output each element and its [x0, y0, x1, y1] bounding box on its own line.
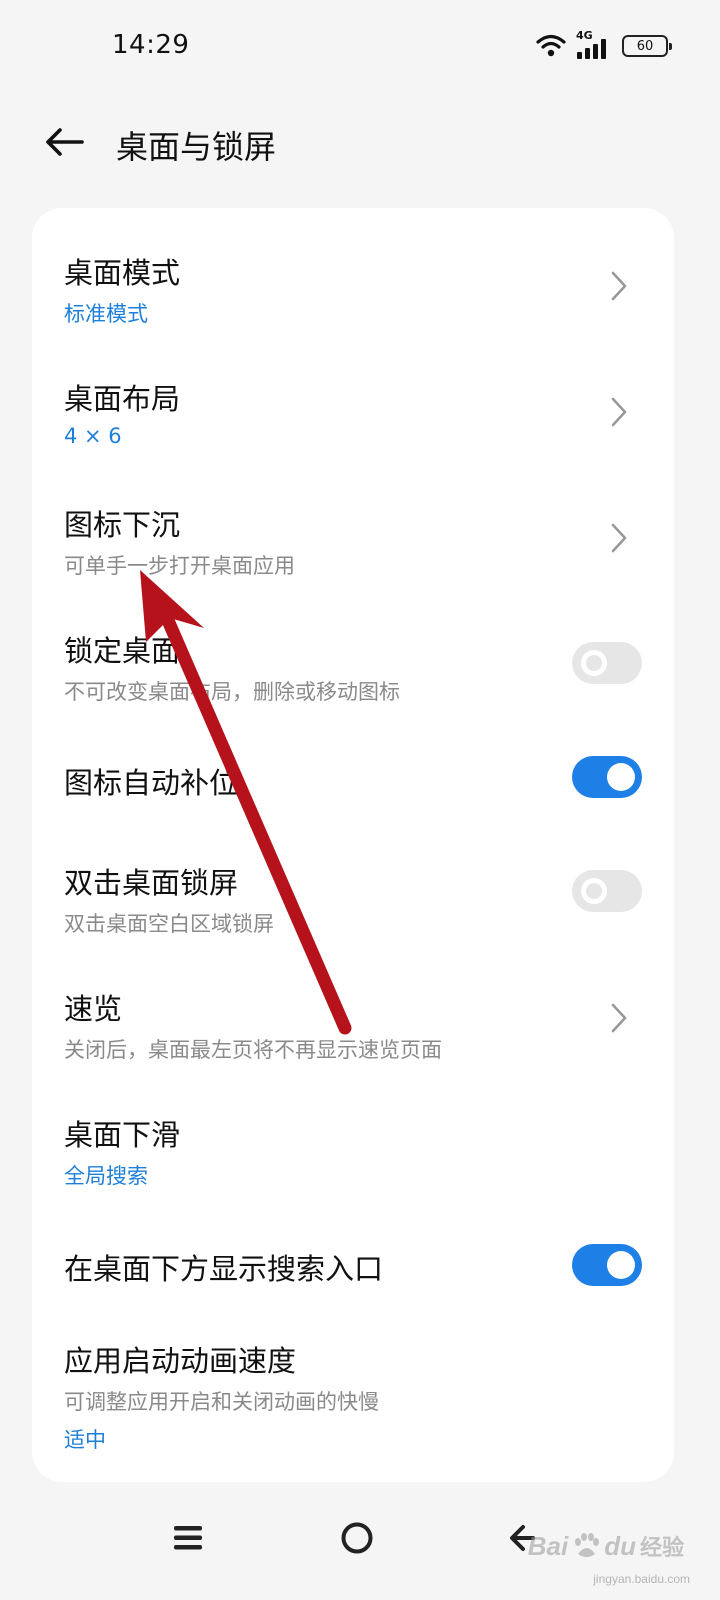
- signal-icon: 4G: [576, 30, 612, 59]
- setting-app-animation-speed[interactable]: 应用启动动画速度 可调整应用开启和关闭动画的快慢 适中: [32, 1328, 674, 1478]
- toggle-knob: [607, 1251, 635, 1279]
- settings-card: 桌面模式 标准模式 桌面布局 4 × 6 图标下沉 可单手一步打开桌面应用 锁定…: [32, 208, 674, 1482]
- setting-desktop-layout[interactable]: 桌面布局 4 × 6: [32, 334, 674, 460]
- watermark-logo: Bai du 经验: [528, 1530, 684, 1562]
- battery-icon: 60: [622, 35, 672, 57]
- setting-value: 4 × 6: [64, 424, 122, 448]
- setting-desktop-swipe-down[interactable]: 桌面下滑 全局搜索: [32, 1090, 674, 1216]
- show-search-entry-toggle[interactable]: [572, 1244, 642, 1286]
- home-icon: [341, 1522, 373, 1554]
- chevron-right-icon: [611, 397, 627, 427]
- toggle-knob: [581, 650, 607, 676]
- screen: 14:29 4G 60 桌面与锁屏 桌面模式 标准模式 桌面布局 4 × 6 图…: [0, 0, 720, 1600]
- wifi-icon: [536, 34, 566, 57]
- menu-icon: [174, 1526, 202, 1550]
- arrow-left-icon: [46, 128, 84, 156]
- watermark-brand-suffix: du: [604, 1530, 636, 1561]
- setting-icon-sink[interactable]: 图标下沉 可单手一步打开桌面应用: [32, 460, 674, 586]
- toggle-knob: [581, 878, 607, 904]
- lock-desktop-toggle[interactable]: [572, 642, 642, 684]
- double-tap-lock-toggle[interactable]: [572, 870, 642, 912]
- setting-title: 桌面模式: [64, 256, 181, 290]
- setting-desktop-mode[interactable]: 桌面模式 标准模式: [32, 208, 674, 334]
- paw-icon: [575, 1533, 600, 1557]
- home-button[interactable]: [327, 1508, 387, 1568]
- setting-title: 在桌面下方显示搜索入口: [64, 1252, 384, 1286]
- menu-button[interactable]: [158, 1508, 218, 1568]
- setting-title: 桌面下滑: [64, 1118, 181, 1152]
- page-header: 桌面与锁屏: [0, 100, 720, 190]
- chevron-right-icon: [611, 1003, 627, 1033]
- watermark-site: jingyan.baidu.com: [593, 1572, 690, 1586]
- setting-subtitle: 关闭后，桌面最左页将不再显示速览页面: [64, 1038, 442, 1062]
- status-time: 14:29: [112, 30, 190, 60]
- setting-double-tap-lock: 双击桌面锁屏 双击桌面空白区域锁屏: [32, 838, 674, 964]
- chevron-right-icon: [611, 523, 627, 553]
- setting-title: 桌面布局: [64, 382, 181, 416]
- watermark-brand-cn: 经验: [639, 1535, 684, 1560]
- battery-level: 60: [636, 38, 654, 54]
- setting-value: 适中: [64, 1428, 106, 1452]
- setting-subtitle: 双击桌面空白区域锁屏: [64, 912, 274, 936]
- setting-quick-view[interactable]: 速览 关闭后，桌面最左页将不再显示速览页面: [32, 964, 674, 1090]
- icon-auto-fill-toggle[interactable]: [572, 756, 642, 798]
- setting-subtitle: 可单手一步打开桌面应用: [64, 554, 295, 578]
- setting-show-search-entry: 在桌面下方显示搜索入口: [32, 1216, 674, 1342]
- setting-subtitle: 不可改变桌面布局，删除或移动图标: [64, 680, 400, 704]
- setting-subtitle: 可调整应用开启和关闭动画的快慢: [64, 1390, 379, 1414]
- setting-value: 全局搜索: [64, 1164, 148, 1188]
- setting-title: 图标下沉: [64, 508, 181, 542]
- setting-title: 速览: [64, 992, 123, 1026]
- page-title: 桌面与锁屏: [116, 128, 277, 166]
- setting-lock-desktop: 锁定桌面 不可改变桌面布局，删除或移动图标: [32, 586, 674, 712]
- setting-title: 双击桌面锁屏: [64, 866, 239, 900]
- setting-title: 应用启动动画速度: [64, 1344, 297, 1378]
- setting-title: 锁定桌面: [64, 634, 181, 668]
- chevron-right-icon: [611, 271, 627, 301]
- toggle-knob: [607, 763, 635, 791]
- setting-value: 标准模式: [64, 302, 148, 326]
- setting-icon-auto-fill: 图标自动补位: [32, 712, 674, 838]
- setting-title: 图标自动补位: [64, 766, 239, 800]
- watermark-brand: Bai: [527, 1530, 569, 1561]
- status-icons: 4G 60: [536, 30, 672, 60]
- back-button[interactable]: [40, 118, 88, 166]
- status-bar: 14:29 4G 60: [0, 0, 720, 92]
